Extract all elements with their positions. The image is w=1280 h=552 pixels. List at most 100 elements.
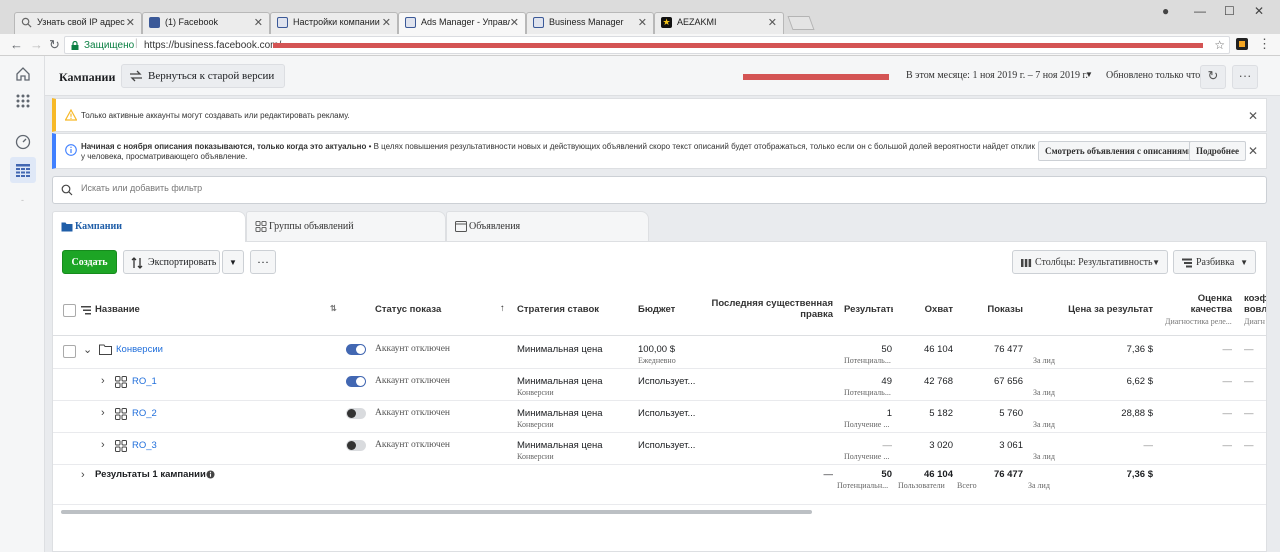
folder-icon (99, 344, 112, 355)
export-button[interactable]: Экспортировать (123, 250, 220, 274)
reload-icon[interactable]: ↻ (49, 37, 60, 53)
old-version-button[interactable]: Вернуться к старой версии (121, 64, 286, 88)
close-icon[interactable]: ✕ (638, 16, 647, 29)
tab-label: AEZAKMI (677, 17, 717, 27)
budget-value[interactable]: 100,00 $ (638, 344, 675, 355)
chevron-right-icon[interactable]: › (81, 469, 85, 481)
chevron-right-icon[interactable]: › (101, 439, 105, 451)
browser-tab-facebook[interactable]: (1) Facebook ✕ (142, 12, 270, 34)
chevron-right-icon[interactable]: › (101, 407, 105, 419)
browser-tab-aezakmi[interactable]: ★ AEZAKMI ✕ (654, 12, 784, 34)
ads-manager-table-icon[interactable] (15, 162, 31, 178)
adset-name-link[interactable]: RO_1 (132, 376, 157, 387)
delivery-toggle[interactable] (346, 440, 366, 451)
select-all-checkbox[interactable] (63, 304, 76, 317)
url-input[interactable]: Защищено | https://business.facebook.com… (64, 36, 1230, 54)
breakdown-label: Разбивка (1196, 257, 1235, 268)
column-header-cost[interactable]: Цена за результат (1043, 304, 1153, 315)
close-icon[interactable]: ✕ (126, 16, 135, 29)
browser-menu-icon[interactable]: ⋮ (1258, 36, 1271, 52)
info-icon[interactable] (206, 470, 215, 479)
cost-value: 6,62 $ (1126, 376, 1153, 387)
column-header-engagement[interactable]: коэф вовл (1244, 293, 1266, 315)
browser-tab-ads-manager[interactable]: Ads Manager - Управлен ✕ (398, 12, 526, 35)
search-input[interactable] (81, 183, 681, 193)
close-icon[interactable]: ✕ (254, 16, 263, 29)
browser-tab-company-settings[interactable]: Настройки компании ✕ (270, 12, 398, 34)
column-header-status[interactable]: Статус показа (375, 304, 441, 315)
header-more-button[interactable]: ··· (1232, 65, 1258, 89)
delivery-toggle[interactable] (346, 376, 366, 387)
column-header-strategy[interactable]: Стратегия ставок (517, 304, 599, 315)
home-icon[interactable] (15, 66, 31, 82)
horizontal-scrollbar[interactable] (61, 510, 812, 514)
tab-adsets[interactable]: Группы объявлений (246, 211, 446, 241)
adset-name-link[interactable]: RO_2 (132, 408, 157, 419)
browser-tab-business-manager[interactable]: Business Manager ✕ (526, 12, 654, 34)
info-bold-text: Начиная с ноября описания показываются, … (81, 142, 367, 151)
view-ads-button[interactable]: Смотреть объявления с описаниями (1038, 141, 1201, 161)
tab-label: Настройки компании (293, 17, 380, 27)
table-row[interactable]: ⌄ Конверсии Аккаунт отключен Минимальная… (53, 337, 1266, 369)
maximize-icon[interactable]: ☐ (1224, 4, 1235, 18)
column-header-name[interactable]: Название (95, 304, 140, 315)
close-icon[interactable]: ✕ (1248, 109, 1258, 123)
bookmark-star-icon[interactable]: ☆ (1214, 38, 1225, 52)
forward-arrow-icon[interactable]: → (30, 37, 43, 52)
column-header-results[interactable]: Результаты (844, 304, 893, 315)
apps-grid-icon[interactable] (15, 93, 31, 109)
warning-icon (65, 109, 77, 121)
results-value: 49 (881, 376, 892, 387)
cost-value: — (1143, 440, 1154, 451)
new-tab-button[interactable] (787, 16, 815, 30)
budget-value: Использует... (638, 376, 696, 387)
close-icon[interactable]: ✕ (510, 16, 519, 29)
table-row[interactable]: › RO_2 Аккаунт отключен Минимальная цена… (53, 401, 1266, 433)
caret-down-icon[interactable]: ▼ (1085, 70, 1093, 79)
close-icon[interactable]: ✕ (382, 16, 391, 29)
date-range-picker[interactable]: В этом месяце: 1 ноя 2019 г. – 7 ноя 201… (906, 70, 1088, 81)
column-header-quality[interactable]: Оценка качества (1165, 293, 1232, 315)
column-header-impressions[interactable]: Показы (973, 304, 1023, 315)
create-button[interactable]: Создать (62, 250, 117, 274)
column-header-budget[interactable]: Бюджет (638, 304, 675, 315)
browser-tab-ip[interactable]: Узнать свой IP адрес ✕ (14, 12, 142, 34)
window-close-icon[interactable]: ✕ (1254, 4, 1264, 18)
breakdown-dropdown[interactable]: Разбивка ▼ (1173, 250, 1256, 274)
row-checkbox[interactable] (63, 345, 76, 358)
more-info-button[interactable]: Подробнее (1189, 141, 1246, 161)
tab-campaigns[interactable]: Кампании (52, 211, 246, 242)
export-dropdown-button[interactable]: ▼ (222, 250, 244, 274)
business-icon (533, 17, 544, 28)
minimize-icon[interactable]: — (1194, 4, 1206, 18)
close-icon[interactable]: ✕ (1248, 144, 1258, 158)
toolbar-more-button[interactable]: ··· (250, 250, 276, 274)
results-value: 1 (886, 408, 892, 419)
tab-ads[interactable]: Объявления (446, 211, 649, 241)
chevron-down-icon[interactable]: ⌄ (83, 343, 92, 356)
sort-up-arrow-icon[interactable]: ↑ (500, 303, 505, 314)
table-row[interactable]: › RO_3 Аккаунт отключен Минимальная цена… (53, 433, 1266, 465)
columns-dropdown[interactable]: Столбцы: Результативность ▼ (1012, 250, 1168, 274)
tab-label: Группы объявлений (269, 221, 354, 232)
extension-icon[interactable] (1236, 38, 1248, 50)
impressions-value: 67 656 (993, 376, 1023, 387)
delivery-status: Аккаунт отключен (375, 376, 450, 386)
column-header-reach[interactable]: Охват (905, 304, 953, 315)
dashboard-gauge-icon[interactable] (15, 134, 31, 150)
chevron-right-icon[interactable]: › (101, 375, 105, 387)
back-arrow-icon[interactable]: ← (10, 37, 23, 52)
adset-name-link[interactable]: RO_3 (132, 440, 157, 451)
close-icon[interactable]: ✕ (768, 16, 777, 29)
lock-icon (71, 41, 79, 50)
delivery-toggle[interactable] (346, 408, 366, 419)
delivery-toggle[interactable] (346, 344, 366, 355)
table-row[interactable]: › RO_1 Аккаунт отключен Минимальная цена… (53, 369, 1266, 401)
sort-icon[interactable]: ⇅ (330, 304, 337, 313)
profile-icon[interactable]: ● (1162, 4, 1169, 18)
refresh-button[interactable]: ↻ (1200, 65, 1226, 89)
results-type: Потенциаль... (844, 388, 891, 397)
column-options-icon[interactable] (81, 305, 91, 315)
campaign-name-link[interactable]: Конверсии (116, 344, 163, 355)
column-header-last-change[interactable]: Последняя существенная правка (709, 298, 833, 320)
